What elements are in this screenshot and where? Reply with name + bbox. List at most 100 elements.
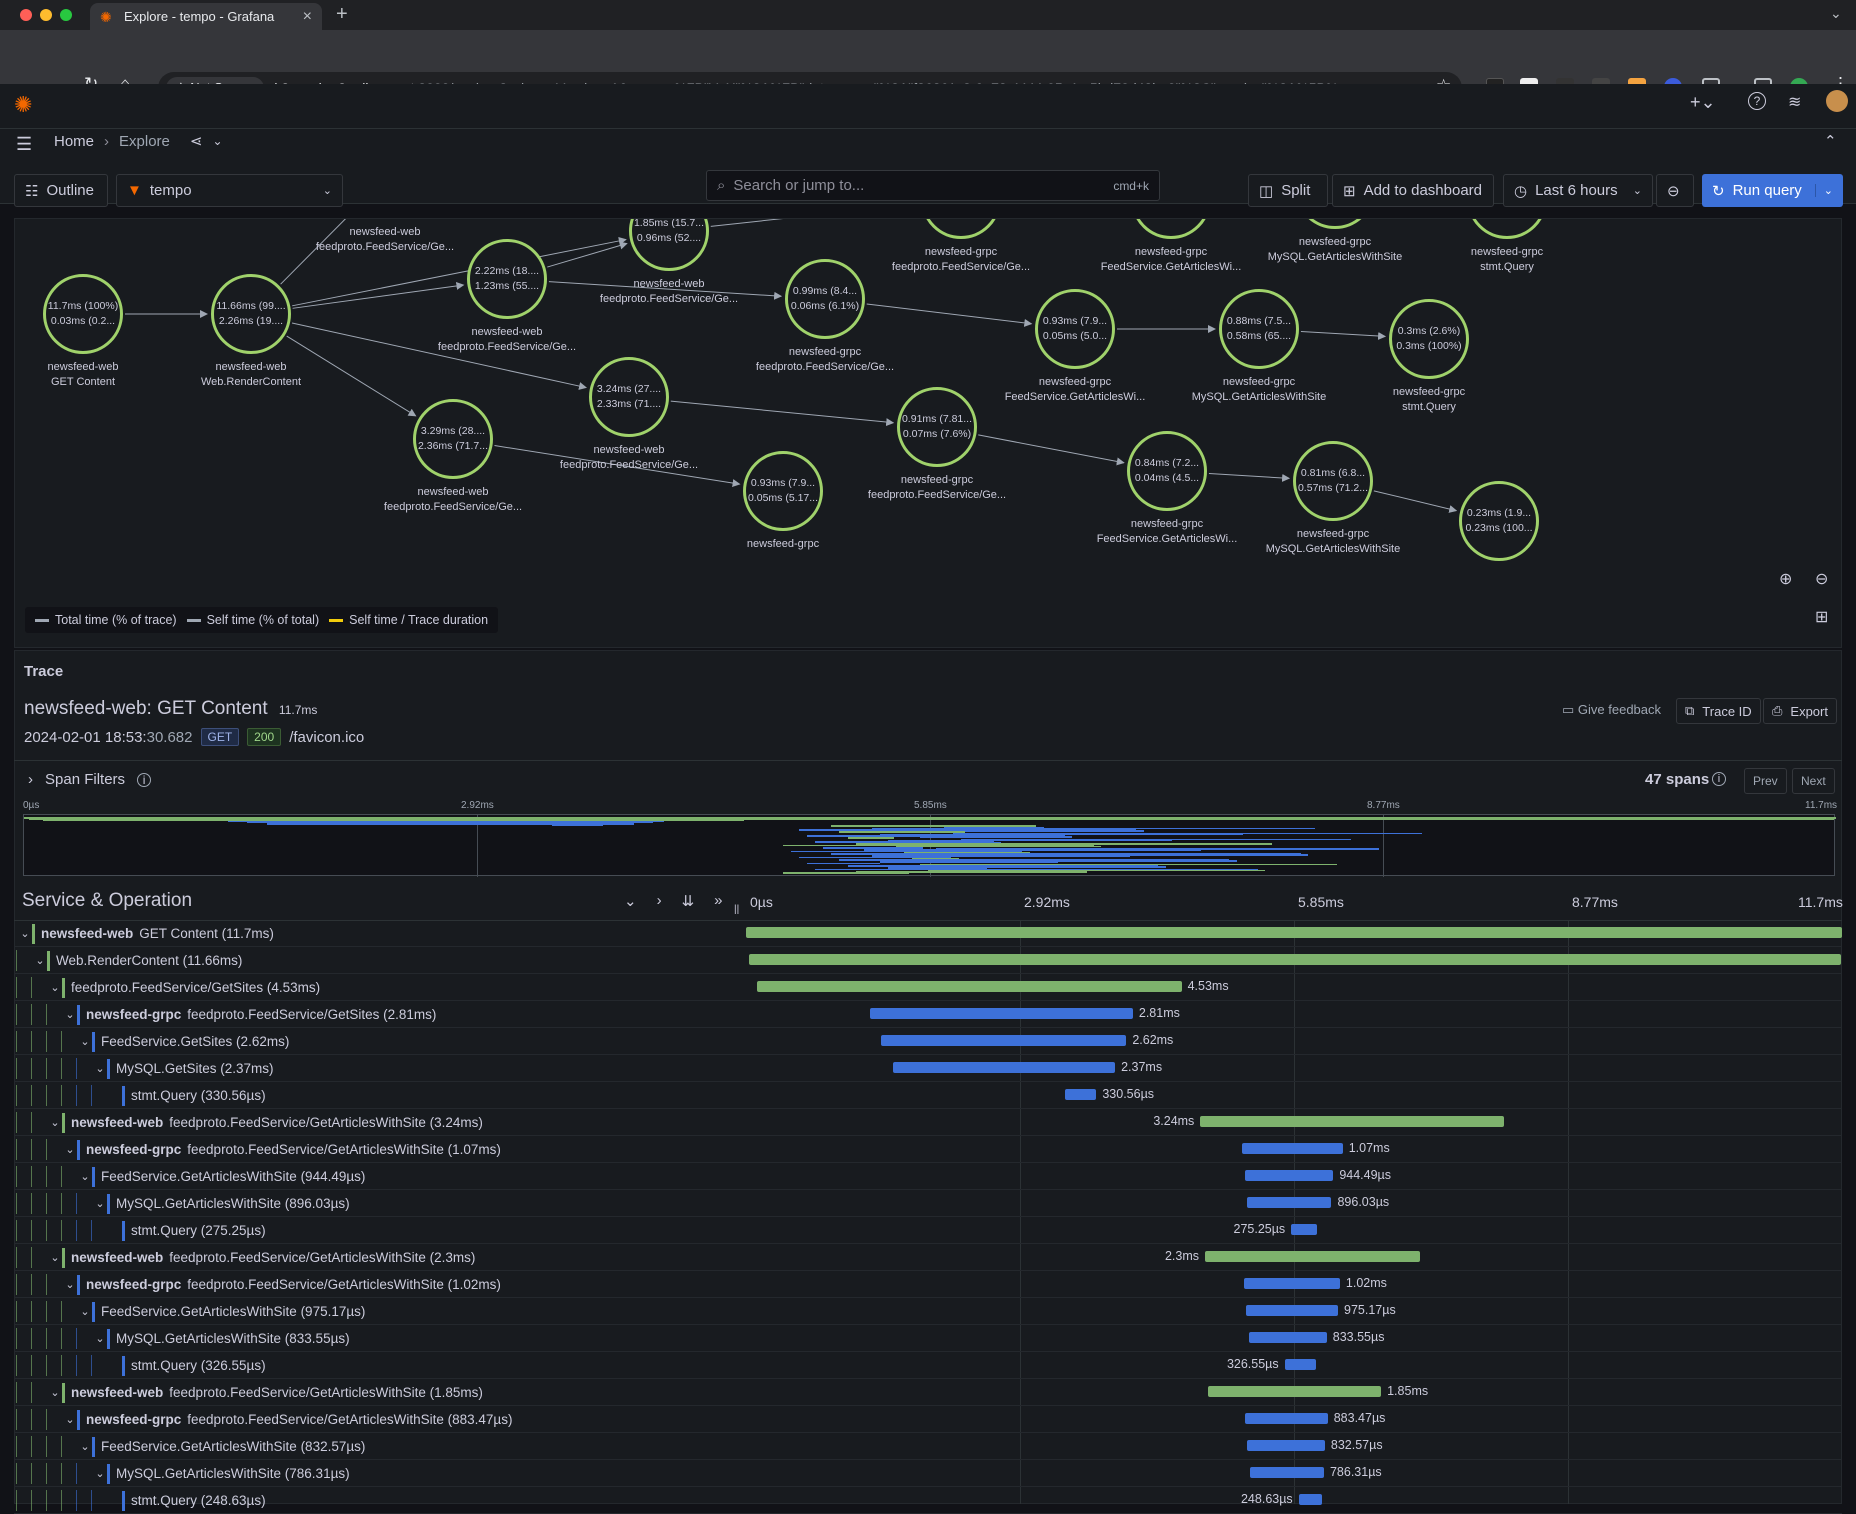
span-row[interactable]: stmt.Query (248.63µs) 248.63µs: [14, 1487, 1842, 1514]
span-row[interactable]: stmt.Query (275.25µs) 275.25µs: [14, 1217, 1842, 1244]
span-row[interactable]: ⌄ newsfeed-web GET Content (11.7ms): [14, 920, 1842, 947]
expand-chevron-icon[interactable]: ⌄: [48, 1251, 62, 1264]
grid-layout-icon[interactable]: ⊞: [1815, 607, 1828, 627]
span-bar[interactable]: [746, 927, 1842, 938]
expand-chevron-icon[interactable]: ⌄: [78, 1035, 92, 1048]
graph-node[interactable]: 2.22ms (18.... 1.23ms (55....: [467, 239, 547, 319]
next-button[interactable]: Next: [1792, 768, 1835, 794]
time-range-picker[interactable]: ◷ Last 6 hours ⌄: [1503, 174, 1653, 207]
graph-node[interactable]: 11.7ms (100%) 0.03ms (0.2...: [43, 274, 123, 354]
expand-chevron-icon[interactable]: ⌄: [48, 981, 62, 994]
info-icon[interactable]: i: [137, 772, 152, 787]
chevron-down-icon[interactable]: ⌄: [1814, 184, 1833, 197]
browser-tab[interactable]: ✺ Explore - tempo - Grafana ×: [90, 3, 322, 30]
span-row[interactable]: ⌄ Web.RenderContent (11.66ms): [14, 947, 1842, 974]
graph-node[interactable]: 0.93ms (7.9... 0.05ms (5.17...: [743, 451, 823, 531]
user-avatar[interactable]: [1826, 90, 1848, 112]
expand-chevron-icon[interactable]: ⌄: [63, 1008, 77, 1021]
span-bar[interactable]: [1242, 1143, 1343, 1154]
span-filters-toggle[interactable]: › Span Filters i: [28, 771, 152, 788]
node-graph-panel[interactable]: 11.7ms (100%) 0.03ms (0.2... newsfeed-web G…: [14, 218, 1842, 648]
expand-chevron-icon[interactable]: ⌄: [93, 1197, 107, 1210]
span-bar[interactable]: [1205, 1251, 1421, 1262]
span-bar[interactable]: [880, 1035, 1127, 1046]
graph-node[interactable]: 0.23ms (1.9... 0.23ms (100...: [1459, 481, 1539, 561]
span-bar[interactable]: [1244, 1278, 1340, 1289]
expand-chevron-icon[interactable]: ⌄: [63, 1143, 77, 1156]
span-bar[interactable]: [1291, 1224, 1318, 1235]
expand-chevron-icon[interactable]: ⌄: [93, 1332, 107, 1345]
span-bar[interactable]: [1246, 1305, 1339, 1316]
graph-node[interactable]: 0.3ms (2.6%) 0.3ms (100%): [1389, 299, 1469, 379]
info-icon[interactable]: i: [1712, 772, 1726, 786]
span-row[interactable]: ⌄ newsfeed-grpc feedproto.FeedService/GetA…: [14, 1271, 1842, 1298]
span-row[interactable]: stmt.Query (326.55µs) 326.55µs: [14, 1352, 1842, 1379]
collapse-all-icon[interactable]: ⇊: [682, 892, 695, 910]
breadcrumb-explore[interactable]: Explore: [119, 133, 170, 150]
add-to-dashboard-button[interactable]: ⊞ Add to dashboard: [1332, 174, 1494, 207]
expand-all-icon[interactable]: »: [714, 892, 722, 910]
span-row[interactable]: ⌄ MySQL.GetArticlesWithSite (786.31µs) 786…: [14, 1460, 1842, 1487]
span-bar[interactable]: [869, 1008, 1133, 1019]
span-row[interactable]: ⌄ MySQL.GetSites (2.37ms) 2.37ms: [14, 1055, 1842, 1082]
span-row[interactable]: ⌄ feedproto.FeedService/GetSites (4.53ms)…: [14, 974, 1842, 1001]
graph-node[interactable]: 0.93ms (7.9... 0.05ms (5.0...: [1035, 289, 1115, 369]
span-bar[interactable]: [893, 1062, 1116, 1073]
graph-node[interactable]: 3.24ms (27.... 2.33ms (71....: [589, 357, 669, 437]
span-bar[interactable]: [1249, 1467, 1324, 1478]
span-bar[interactable]: [1207, 1386, 1382, 1397]
span-row[interactable]: ⌄ newsfeed-grpc feedproto.FeedService/GetA…: [14, 1406, 1842, 1433]
span-bar[interactable]: [1284, 1359, 1316, 1370]
trace-minimap[interactable]: [23, 814, 1836, 877]
minimize-window-button[interactable]: [40, 9, 52, 21]
span-bar[interactable]: [1247, 1440, 1325, 1451]
span-row[interactable]: ⌄ newsfeed-web feedproto.FeedService/GetAr…: [14, 1109, 1842, 1136]
graph-node[interactable]: 0.81ms (6.8... 0.57ms (71.2...: [1293, 441, 1373, 521]
expand-chevron-icon[interactable]: ⌄: [48, 1116, 62, 1129]
span-row[interactable]: ⌄ newsfeed-web feedproto.FeedService/GetAr…: [14, 1244, 1842, 1271]
close-tab-icon[interactable]: ×: [303, 8, 312, 26]
trace-id-button[interactable]: ⧉ Trace ID: [1676, 698, 1761, 724]
span-row[interactable]: ⌄ FeedService.GetArticlesWithSite (832.57…: [14, 1433, 1842, 1460]
span-bar[interactable]: [1065, 1089, 1097, 1100]
prev-button[interactable]: Prev: [1744, 768, 1787, 794]
collapse-topbar-icon[interactable]: ⌃: [1824, 132, 1837, 150]
span-bar[interactable]: [1245, 1413, 1328, 1424]
expand-chevron-icon[interactable]: ⌄: [48, 1386, 62, 1399]
span-row[interactable]: ⌄ FeedService.GetArticlesWithSite (944.49…: [14, 1163, 1842, 1190]
outline-button[interactable]: ☷ Outline: [14, 174, 108, 207]
graph-node[interactable]: 3.29ms (28.... 2.36ms (71.7...: [413, 399, 493, 479]
span-bar[interactable]: [757, 981, 1182, 992]
span-row[interactable]: ⌄ MySQL.GetArticlesWithSite (833.55µs) 833…: [14, 1325, 1842, 1352]
span-bar[interactable]: [1245, 1170, 1334, 1181]
expand-one-icon[interactable]: ›: [657, 892, 662, 910]
expand-chevron-icon[interactable]: ⌄: [78, 1440, 92, 1453]
menu-icon[interactable]: ☰: [16, 134, 32, 155]
span-bar[interactable]: [1247, 1197, 1332, 1208]
graph-node[interactable]: 0.99ms (8.4... 0.06ms (6.1%): [785, 259, 865, 339]
graph-node[interactable]: 0.84ms (7.2... 0.04ms (4.5...: [1127, 431, 1207, 511]
expand-chevron-icon[interactable]: ⌄: [78, 1305, 92, 1318]
new-tab-icon[interactable]: +: [336, 3, 348, 26]
span-bar[interactable]: [1298, 1494, 1323, 1505]
tab-search-icon[interactable]: ⌄: [1830, 5, 1842, 22]
span-row[interactable]: stmt.Query (330.56µs) 330.56µs: [14, 1082, 1842, 1109]
zoom-out-icon[interactable]: ⊖: [1815, 569, 1828, 589]
zoom-out-button[interactable]: ⊖: [1656, 174, 1694, 207]
give-feedback-link[interactable]: ▭ Give feedback: [1562, 702, 1661, 718]
chevron-down-icon[interactable]: ⌄: [212, 134, 222, 148]
span-bar[interactable]: [748, 954, 1842, 965]
span-bar[interactable]: [1249, 1332, 1327, 1343]
expand-chevron-icon[interactable]: ⌄: [93, 1467, 107, 1480]
close-window-button[interactable]: [20, 9, 32, 21]
column-resizer[interactable]: ||: [734, 904, 739, 915]
help-icon[interactable]: ?: [1748, 92, 1766, 110]
split-button[interactable]: ◫ Split: [1248, 174, 1328, 207]
expand-chevron-icon[interactable]: ⌄: [78, 1170, 92, 1183]
share-icon[interactable]: ⋖: [190, 132, 203, 150]
run-query-button[interactable]: ↻ Run query ⌄: [1702, 174, 1843, 207]
search-input[interactable]: ⌕ Search or jump to... cmd+k: [706, 170, 1160, 201]
zoom-in-icon[interactable]: ⊕: [1779, 569, 1792, 589]
span-row[interactable]: ⌄ newsfeed-grpc feedproto.FeedService/GetS…: [14, 1001, 1842, 1028]
breadcrumb-home[interactable]: Home: [54, 133, 94, 150]
